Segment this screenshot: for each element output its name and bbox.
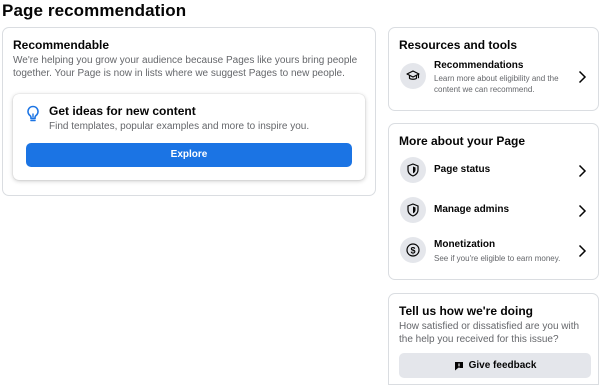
recommendations-row[interactable]: Recommendations Learn more about eligibi… <box>389 59 600 95</box>
feedback-card: Tell us how we're doing How satisfied or… <box>388 293 599 385</box>
shield-icon <box>400 157 426 183</box>
resources-heading: Resources and tools <box>399 38 518 52</box>
recommendable-description: We're helping you grow your audience bec… <box>13 55 358 79</box>
feedback-heading: Tell us how we're doing <box>399 304 533 318</box>
svg-text:$: $ <box>410 245 415 255</box>
shield-icon <box>400 197 426 223</box>
dollar-icon: $ <box>400 237 426 263</box>
give-feedback-button[interactable]: Give feedback <box>399 353 591 378</box>
feedback-icon <box>454 361 463 370</box>
page-status-row[interactable]: Page status <box>389 152 600 188</box>
explore-button[interactable]: Explore <box>26 143 352 167</box>
more-about-card: More about your Page Page status Manage … <box>388 123 599 280</box>
monetization-description: See if you're eligible to earn money. <box>434 254 561 263</box>
feedback-question: How satisfied or dissatisfied are you wi… <box>399 321 580 345</box>
recommendable-card: Recommendable We're helping you grow you… <box>2 27 376 196</box>
chevron-right-icon <box>578 204 587 218</box>
manage-admins-row[interactable]: Manage admins <box>389 192 600 228</box>
graduation-cap-icon <box>400 63 426 89</box>
manage-admins-label: Manage admins <box>434 204 510 215</box>
content-ideas-card: Get ideas for new content Find templates… <box>13 94 365 180</box>
lightbulb-icon <box>27 105 39 122</box>
content-ideas-subtitle: Find templates, popular examples and mor… <box>49 121 310 132</box>
chevron-right-icon <box>578 244 587 258</box>
resources-card: Resources and tools Recommendations Lear… <box>388 27 599 111</box>
page-status-label: Page status <box>434 164 491 175</box>
content-ideas-title: Get ideas for new content <box>49 104 196 118</box>
more-about-heading: More about your Page <box>399 134 526 148</box>
recommendations-label: Recommendations <box>434 60 524 71</box>
recommendations-description: Learn more about eligibility and the con… <box>434 74 559 94</box>
give-feedback-label: Give feedback <box>468 360 537 371</box>
monetization-label: Monetization <box>434 239 496 250</box>
page-title: Page recommendation <box>2 1 187 20</box>
chevron-right-icon <box>578 164 587 178</box>
monetization-row[interactable]: $ Monetization See if you're eligible to… <box>389 232 600 268</box>
recommendable-heading: Recommendable <box>13 38 110 52</box>
chevron-right-icon <box>578 70 587 84</box>
